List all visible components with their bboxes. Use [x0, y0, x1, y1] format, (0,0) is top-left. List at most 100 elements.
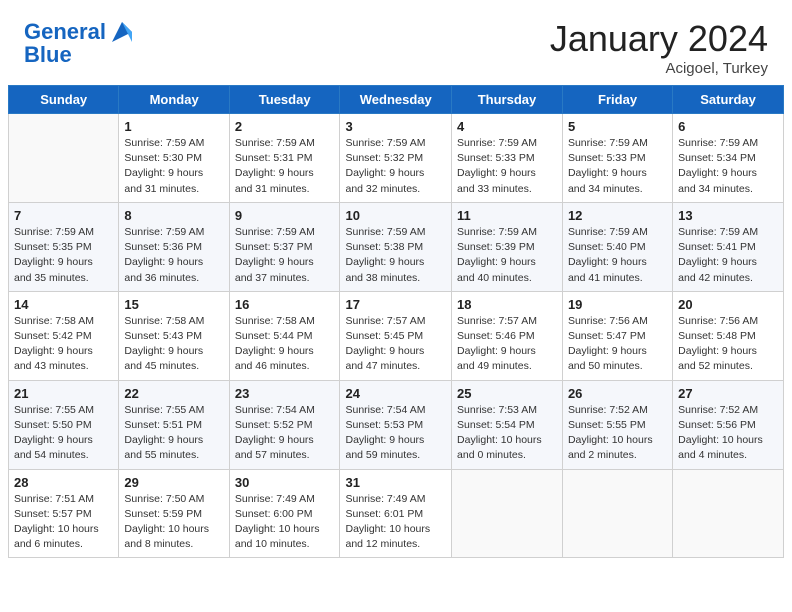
day-info: Sunrise: 7:53 AMSunset: 5:54 PMDaylight:… — [457, 403, 557, 464]
day-info: Sunrise: 7:58 AMSunset: 5:43 PMDaylight:… — [124, 314, 223, 375]
calendar-week-row: 1 Sunrise: 7:59 AMSunset: 5:30 PMDaylight… — [9, 114, 784, 203]
day-info: Sunrise: 7:59 AMSunset: 5:41 PMDaylight:… — [678, 225, 778, 286]
table-row — [9, 114, 119, 203]
table-row: 16Sunrise: 7:58 AMSunset: 5:44 PMDayligh… — [229, 291, 340, 380]
table-row: 21 Sunrise: 7:55 AMSunset: 5:50 PMDayligh… — [9, 380, 119, 469]
day-info: Sunrise: 7:59 AMSunset: 5:30 PMDaylight:… — [124, 136, 223, 197]
day-info: Sunrise: 7:54 AMSunset: 5:52 PMDaylight:… — [235, 403, 335, 464]
day-info: Sunrise: 7:57 AMSunset: 5:46 PMDaylight:… — [457, 314, 557, 375]
table-row: 10Sunrise: 7:59 AMSunset: 5:38 PMDayligh… — [340, 202, 452, 291]
day-number: 21 — [14, 386, 113, 401]
day-number: 4 — [457, 119, 557, 134]
day-info: Sunrise: 7:59 AMSunset: 5:32 PMDaylight:… — [345, 136, 446, 197]
logo-icon — [108, 18, 136, 46]
calendar-header: Sunday Monday Tuesday Wednesday Thursday… — [9, 86, 784, 114]
calendar-body: 1 Sunrise: 7:59 AMSunset: 5:30 PMDaylight… — [9, 114, 784, 558]
day-number: 13 — [678, 208, 778, 223]
table-row — [562, 469, 672, 558]
day-number: 20 — [678, 297, 778, 312]
month-title: January 2024 — [550, 18, 768, 60]
day-info: Sunrise: 7:55 AMSunset: 5:50 PMDaylight:… — [14, 403, 113, 464]
title-block: January 2024 Acigoel, Turkey — [550, 18, 768, 77]
day-info: Sunrise: 7:55 AMSunset: 5:51 PMDaylight:… — [124, 403, 223, 464]
day-info: Sunrise: 7:59 AMSunset: 5:31 PMDaylight:… — [235, 136, 335, 197]
table-row — [452, 469, 563, 558]
days-of-week-row: Sunday Monday Tuesday Wednesday Thursday… — [9, 86, 784, 114]
day-info: Sunrise: 7:52 AMSunset: 5:56 PMDaylight:… — [678, 403, 778, 464]
day-info: Sunrise: 7:59 AMSunset: 5:34 PMDaylight:… — [678, 136, 778, 197]
table-row: 14Sunrise: 7:58 AMSunset: 5:42 PMDayligh… — [9, 291, 119, 380]
table-row: 30 Sunrise: 7:49 AMSunset: 6:00 PMDayligh… — [229, 469, 340, 558]
day-number: 7 — [14, 208, 113, 223]
day-number: 26 — [568, 386, 667, 401]
table-row: 8Sunrise: 7:59 AMSunset: 5:36 PMDaylight… — [119, 202, 229, 291]
day-info: Sunrise: 7:59 AMSunset: 5:37 PMDaylight:… — [235, 225, 335, 286]
table-row: 28Sunrise: 7:51 AMSunset: 5:57 PMDayligh… — [9, 469, 119, 558]
table-row: 7 Sunrise: 7:59 AMSunset: 5:35 PMDaylight… — [9, 202, 119, 291]
day-number: 31 — [345, 475, 446, 490]
day-info: Sunrise: 7:58 AMSunset: 5:44 PMDaylight:… — [235, 314, 335, 375]
day-number: 24 — [345, 386, 446, 401]
table-row: 17 Sunrise: 7:57 AMSunset: 5:45 PMDayligh… — [340, 291, 452, 380]
location-subtitle: Acigoel, Turkey — [550, 60, 768, 77]
col-monday: Monday — [119, 86, 229, 114]
day-info: Sunrise: 7:59 AMSunset: 5:40 PMDaylight:… — [568, 225, 667, 286]
day-info: Sunrise: 7:56 AMSunset: 5:48 PMDaylight:… — [678, 314, 778, 375]
table-row: 4 Sunrise: 7:59 AMSunset: 5:33 PMDaylight… — [452, 114, 563, 203]
day-number: 17 — [345, 297, 446, 312]
col-wednesday: Wednesday — [340, 86, 452, 114]
day-number: 11 — [457, 208, 557, 223]
day-number: 6 — [678, 119, 778, 134]
col-thursday: Thursday — [452, 86, 563, 114]
day-number: 18 — [457, 297, 557, 312]
col-tuesday: Tuesday — [229, 86, 340, 114]
day-number: 1 — [124, 119, 223, 134]
day-number: 3 — [345, 119, 446, 134]
logo: General Blue — [24, 18, 136, 68]
day-number: 29 — [124, 475, 223, 490]
day-info: Sunrise: 7:54 AMSunset: 5:53 PMDaylight:… — [345, 403, 446, 464]
table-row: 20 Sunrise: 7:56 AMSunset: 5:48 PMDayligh… — [673, 291, 784, 380]
table-row: 18 Sunrise: 7:57 AMSunset: 5:46 PMDayligh… — [452, 291, 563, 380]
day-number: 27 — [678, 386, 778, 401]
logo-text: General — [24, 21, 106, 43]
day-info: Sunrise: 7:59 AMSunset: 5:33 PMDaylight:… — [457, 136, 557, 197]
table-row: 5Sunrise: 7:59 AMSunset: 5:33 PMDaylight… — [562, 114, 672, 203]
table-row: 11Sunrise: 7:59 AMSunset: 5:39 PMDayligh… — [452, 202, 563, 291]
table-row: 19Sunrise: 7:56 AMSunset: 5:47 PMDayligh… — [562, 291, 672, 380]
calendar-table: Sunday Monday Tuesday Wednesday Thursday… — [8, 85, 784, 558]
table-row: 26 Sunrise: 7:52 AMSunset: 5:55 PMDayligh… — [562, 380, 672, 469]
calendar-week-row: 7 Sunrise: 7:59 AMSunset: 5:35 PMDaylight… — [9, 202, 784, 291]
day-info: Sunrise: 7:59 AMSunset: 5:38 PMDaylight:… — [345, 225, 446, 286]
table-row: 23 Sunrise: 7:54 AMSunset: 5:52 PMDayligh… — [229, 380, 340, 469]
table-row: 22Sunrise: 7:55 AMSunset: 5:51 PMDayligh… — [119, 380, 229, 469]
table-row: 31Sunrise: 7:49 AMSunset: 6:01 PMDayligh… — [340, 469, 452, 558]
table-row: 1 Sunrise: 7:59 AMSunset: 5:30 PMDaylight… — [119, 114, 229, 203]
day-number: 23 — [235, 386, 335, 401]
table-row: 15Sunrise: 7:58 AMSunset: 5:43 PMDayligh… — [119, 291, 229, 380]
calendar-wrapper: Sunday Monday Tuesday Wednesday Thursday… — [0, 85, 792, 566]
table-row: 29 Sunrise: 7:50 AMSunset: 5:59 PMDayligh… — [119, 469, 229, 558]
day-info: Sunrise: 7:58 AMSunset: 5:42 PMDaylight:… — [14, 314, 113, 375]
day-number: 8 — [124, 208, 223, 223]
table-row: 25 Sunrise: 7:53 AMSunset: 5:54 PMDayligh… — [452, 380, 563, 469]
day-info: Sunrise: 7:49 AMSunset: 6:00 PMDaylight:… — [235, 492, 335, 553]
day-number: 25 — [457, 386, 557, 401]
day-info: Sunrise: 7:59 AMSunset: 5:35 PMDaylight:… — [14, 225, 113, 286]
day-info: Sunrise: 7:50 AMSunset: 5:59 PMDaylight:… — [124, 492, 223, 553]
day-info: Sunrise: 7:56 AMSunset: 5:47 PMDaylight:… — [568, 314, 667, 375]
table-row: 2Sunrise: 7:59 AMSunset: 5:31 PMDaylight… — [229, 114, 340, 203]
col-saturday: Saturday — [673, 86, 784, 114]
day-number: 30 — [235, 475, 335, 490]
day-number: 9 — [235, 208, 335, 223]
day-info: Sunrise: 7:57 AMSunset: 5:45 PMDaylight:… — [345, 314, 446, 375]
table-row: 12Sunrise: 7:59 AMSunset: 5:40 PMDayligh… — [562, 202, 672, 291]
calendar-week-row: 21 Sunrise: 7:55 AMSunset: 5:50 PMDayligh… — [9, 380, 784, 469]
table-row: 3 Sunrise: 7:59 AMSunset: 5:32 PMDaylight… — [340, 114, 452, 203]
day-number: 5 — [568, 119, 667, 134]
page-header: General Blue January 2024 Acigoel, Turke… — [0, 0, 792, 85]
day-info: Sunrise: 7:52 AMSunset: 5:55 PMDaylight:… — [568, 403, 667, 464]
table-row: 24 Sunrise: 7:54 AMSunset: 5:53 PMDayligh… — [340, 380, 452, 469]
table-row: 27 Sunrise: 7:52 AMSunset: 5:56 PMDayligh… — [673, 380, 784, 469]
table-row — [673, 469, 784, 558]
